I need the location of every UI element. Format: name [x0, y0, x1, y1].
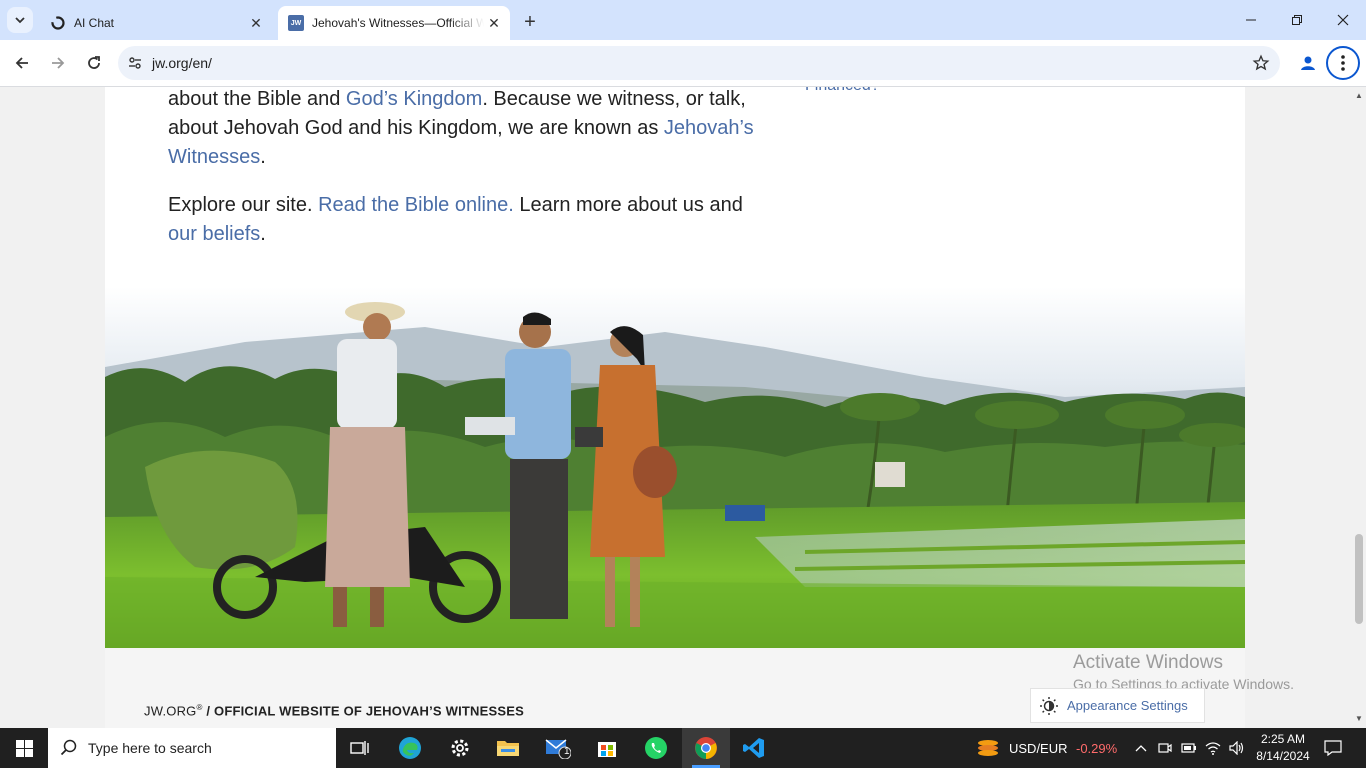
scroll-up-icon[interactable]: ▲ [1355, 91, 1363, 100]
bookmark-star-icon[interactable] [1252, 54, 1270, 77]
search-icon [60, 739, 77, 756]
link-read-bible-online[interactable]: Read the Bible online. [318, 194, 514, 216]
link-gods-kingdom[interactable]: God’s Kingdom [346, 88, 482, 110]
ai-chat-icon [50, 15, 66, 31]
text-span: . [260, 146, 266, 168]
text-span: about the Bible and [168, 88, 346, 110]
close-icon[interactable]: ✕ [484, 13, 504, 33]
arrow-right-icon [52, 57, 65, 69]
jw-favicon-icon: JW [288, 15, 304, 31]
taskbar-settings[interactable] [436, 728, 484, 768]
sidebar-link-financed[interactable]: Financed? [805, 87, 880, 95]
close-window-button[interactable] [1320, 0, 1366, 40]
chevron-up-icon[interactable] [1131, 738, 1151, 758]
search-placeholder: Type here to search [88, 740, 212, 756]
tab-title: AI Chat [74, 16, 115, 30]
hero-photo [105, 287, 1245, 648]
edge-icon [399, 737, 421, 759]
appearance-settings-button[interactable]: Appearance Settings [1030, 688, 1205, 723]
close-icon[interactable]: ✕ [246, 13, 266, 33]
tab-search-button[interactable] [7, 7, 33, 33]
taskbar-chrome[interactable] [682, 728, 730, 768]
currency-widget-icon[interactable] [964, 728, 1012, 768]
new-tab-button[interactable]: + [518, 10, 542, 34]
vscode-icon [743, 738, 764, 758]
footer-site-name[interactable]: JW.ORG [144, 703, 196, 718]
folder-icon [497, 741, 519, 756]
reload-button[interactable] [79, 48, 109, 78]
activate-windows-title: Activate Windows [1073, 652, 1223, 673]
site-info-icon[interactable] [118, 55, 152, 71]
task-view-icon [350, 741, 369, 755]
minimize-icon [1246, 19, 1256, 21]
brightness-icon [1040, 696, 1058, 715]
footer-site-title: JW.ORG® / OFFICIAL WEBSITE OF JEHOVAH’S … [144, 703, 524, 718]
profile-button[interactable] [1294, 49, 1322, 77]
taskbar-file-explorer[interactable] [484, 728, 532, 768]
start-button[interactable] [0, 728, 48, 768]
chrome-menu-button[interactable] [1326, 46, 1360, 80]
battery-icon[interactable] [1179, 738, 1199, 758]
tab-ai-chat[interactable]: AI Chat ✕ [40, 6, 272, 40]
explore-paragraph: Explore our site. Read the Bible online.… [168, 191, 768, 249]
windows-logo-icon [15, 739, 33, 757]
chevron-down-icon [15, 17, 25, 24]
footer-site-description: / OFFICIAL WEBSITE OF JEHOVAH’S WITNESSE… [202, 703, 524, 719]
reload-icon [88, 56, 100, 69]
task-view-button[interactable] [336, 728, 384, 768]
taskbar-edge[interactable] [386, 728, 434, 768]
link-our-beliefs[interactable]: our beliefs [168, 223, 260, 245]
address-bar[interactable]: jw.org/en/ [118, 46, 1280, 80]
scroll-thumb[interactable] [1355, 534, 1363, 624]
minimize-button[interactable] [1228, 0, 1274, 40]
profile-icon [1301, 56, 1315, 70]
restore-button[interactable] [1274, 0, 1320, 40]
more-vert-icon [1341, 55, 1345, 71]
tab-title: Jehovah's Witnesses—Official Website [312, 16, 484, 30]
close-icon [1337, 14, 1349, 26]
taskbar-clock[interactable]: 2:25 AM 8/14/2024 [1252, 731, 1314, 765]
forward-button[interactable] [43, 48, 73, 78]
windows-taskbar: Type here to search 1 USD/EUR -0.29% 2:2… [0, 728, 1366, 768]
clock-date: 8/14/2024 [1256, 749, 1310, 763]
browser-toolbar: jw.org/en/ [0, 40, 1366, 87]
text-span: Explore our site. [168, 194, 319, 216]
url-text[interactable]: jw.org/en/ [152, 55, 212, 71]
taskbar-whatsapp[interactable] [632, 728, 680, 768]
chrome-icon [695, 737, 717, 759]
taskbar-vscode[interactable] [730, 728, 778, 768]
text-span: . [260, 223, 266, 245]
tab-jw-org[interactable]: JW Jehovah's Witnesses—Official Website … [278, 6, 510, 40]
back-button[interactable] [7, 48, 37, 78]
wifi-icon[interactable] [1203, 738, 1223, 758]
taskbar-mail[interactable]: 1 [534, 728, 582, 768]
store-icon [598, 742, 616, 757]
volume-icon[interactable] [1227, 738, 1247, 758]
taskbar-store[interactable] [583, 728, 631, 768]
appearance-settings-label: Appearance Settings [1067, 698, 1188, 713]
meet-now-icon[interactable] [1155, 738, 1175, 758]
taskbar-search-box[interactable]: Type here to search [48, 728, 336, 768]
page-content: Financed? about the Bible and God’s King… [105, 87, 1245, 728]
mail-badge: 1 [564, 746, 570, 757]
scroll-down-icon[interactable]: ▼ [1355, 714, 1363, 723]
currency-change: -0.29% [1076, 740, 1118, 756]
whatsapp-icon [645, 737, 667, 759]
page-scrollbar[interactable]: ▲ ▼ [1352, 87, 1366, 728]
restore-icon [1292, 15, 1302, 25]
gear-icon [451, 739, 469, 757]
clock-time: 2:25 AM [1260, 732, 1306, 746]
notifications-icon[interactable] [1323, 738, 1343, 758]
intro-paragraph: about the Bible and God’s Kingdom. Becau… [168, 87, 768, 172]
arrow-left-icon [15, 57, 28, 69]
currency-pair[interactable]: USD/EUR [1009, 728, 1068, 768]
page-viewport: Financed? about the Bible and God’s King… [0, 87, 1352, 728]
tab-strip: AI Chat ✕ JW Jehovah's Witnesses—Officia… [0, 0, 1366, 40]
text-span: Learn more about us and [513, 194, 743, 216]
